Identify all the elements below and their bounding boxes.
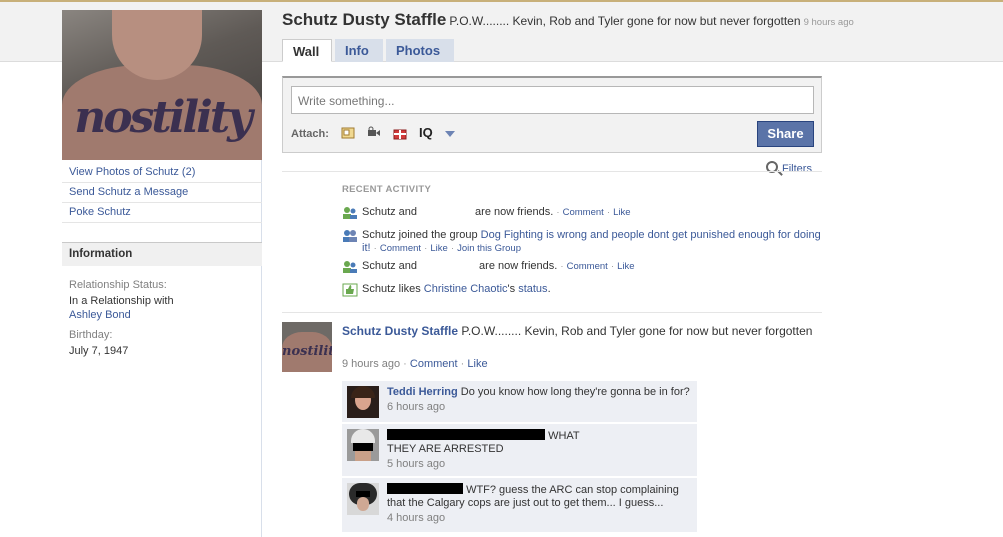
activity-text-rest: are now friends. — [475, 206, 554, 218]
wall-publisher: Write something... Attach: IQ Share — [282, 76, 822, 153]
activity-text: Schutz and — [362, 206, 418, 218]
tab-photos[interactable]: Photos — [386, 39, 454, 62]
activity-text: Schutz likes — [362, 283, 421, 295]
video-icon[interactable] — [367, 126, 381, 140]
profile-actions: View Photos of Schutz (2) Send Schutz a … — [62, 163, 262, 223]
post-comment-link[interactable]: Comment — [410, 358, 458, 370]
comment-link[interactable]: Comment — [380, 243, 421, 254]
period-text: . — [547, 283, 551, 295]
view-photos-link[interactable]: View Photos of Schutz (2) — [69, 166, 195, 178]
comment-item: WTF? guess the ARC can stop complaining … — [342, 478, 697, 533]
status-time: 9 hours ago — [803, 17, 854, 28]
like-link[interactable]: Like — [617, 261, 634, 272]
friends-icon — [343, 261, 357, 273]
activity-item: Schutz likes Christine Chaotic's status. — [342, 283, 822, 297]
comment-time: 6 hours ago — [387, 401, 446, 413]
comment-time: 4 hours ago — [387, 512, 446, 524]
relationship-value: In a Relationship with — [69, 295, 174, 307]
filters-link[interactable]: Filters — [766, 160, 812, 175]
birthday-value: July 7, 1947 — [69, 345, 129, 357]
information-heading: Information — [62, 242, 262, 266]
join-group-link[interactable]: Join this Group — [457, 243, 521, 254]
possessive-text: 's — [507, 283, 516, 295]
send-message-link[interactable]: Send Schutz a Message — [69, 186, 188, 198]
divider — [282, 171, 822, 172]
commenter-name-link[interactable]: Teddi Herring — [387, 386, 458, 398]
avatar-tattoo-text: nostility — [282, 344, 332, 359]
post-meta: 9 hours ago · Comment · Like — [342, 358, 488, 370]
commenter-avatar[interactable] — [347, 483, 379, 515]
commenter-avatar[interactable] — [347, 386, 379, 418]
activity-item: Schutz joined the group Dog Fighting is … — [342, 229, 822, 255]
post-time: 9 hours ago — [342, 358, 401, 370]
redacted-name — [387, 483, 463, 494]
more-attachments-chevron-icon[interactable] — [445, 131, 455, 137]
comment-text: WHAT — [548, 430, 580, 442]
profile-status: P.O.W........ Kevin, Rob and Tyler gone … — [449, 14, 801, 28]
gift-icon[interactable] — [393, 126, 407, 140]
attach-label: Attach: — [291, 128, 329, 140]
like-thumb-icon — [342, 283, 358, 297]
status-link[interactable]: status — [518, 283, 547, 295]
relationship-label: Relationship Status: — [69, 279, 167, 291]
filters-label: Filters — [782, 163, 812, 175]
profile-name: Schutz Dusty Staffle — [282, 10, 447, 29]
wall-post: Schutz Dusty Staffle P.O.W........ Kevin… — [342, 323, 817, 339]
activity-text: Schutz and — [362, 260, 418, 272]
iq-app-icon[interactable]: IQ — [419, 125, 433, 140]
profile-header: Schutz Dusty Staffle P.O.W........ Kevin… — [282, 10, 854, 30]
recent-activity-title: RECENT ACTIVITY — [342, 184, 432, 195]
activity-item: Schutz and are now friends. · Comment · L… — [342, 260, 822, 273]
commenter-avatar[interactable] — [347, 429, 379, 461]
friends-icon — [343, 207, 357, 219]
activity-text: Schutz joined the group — [362, 229, 478, 241]
share-button[interactable]: Share — [757, 121, 814, 147]
activity-text-rest: are now friends. — [479, 260, 558, 272]
write-something-input[interactable]: Write something... — [291, 86, 814, 114]
like-link[interactable]: Like — [430, 243, 447, 254]
photo-icon[interactable] — [341, 126, 355, 140]
comment-item: WHAT THEY ARE ARRESTED 5 hours ago — [342, 424, 697, 477]
comment-text-line2: THEY ARE ARRESTED — [387, 443, 504, 455]
post-author-avatar[interactable]: nostility — [282, 322, 332, 372]
group-icon — [343, 230, 357, 242]
relationship-partner-link[interactable]: Ashley Bond — [69, 308, 259, 322]
tab-info[interactable]: Info — [335, 39, 383, 62]
comment-link[interactable]: Comment — [563, 207, 604, 218]
birthday-label: Birthday: — [69, 329, 113, 341]
tattoo-text: nostility — [74, 92, 252, 143]
tab-wall[interactable]: Wall — [282, 39, 332, 62]
information-box: Relationship Status: In a Relationship w… — [69, 278, 259, 358]
comment-link[interactable]: Comment — [567, 261, 608, 272]
comment-item: Teddi Herring Do you know how long they'… — [342, 381, 697, 423]
post-like-link[interactable]: Like — [467, 358, 487, 370]
poke-link[interactable]: Poke Schutz — [69, 206, 131, 218]
comment-time: 5 hours ago — [387, 458, 446, 470]
profile-picture[interactable]: nostility — [62, 10, 262, 160]
like-link[interactable]: Like — [613, 207, 630, 218]
post-author-link[interactable]: Schutz Dusty Staffle — [342, 324, 458, 338]
redacted-name — [387, 429, 545, 440]
divider — [282, 312, 822, 313]
activity-item: Schutz and are now friends. · Comment · L… — [342, 206, 822, 219]
comment-text: Do you know how long they're gonna be in… — [460, 386, 690, 398]
person-link[interactable]: Christine Chaotic — [424, 283, 508, 295]
post-text: P.O.W........ Kevin, Rob and Tyler gone … — [461, 324, 813, 338]
